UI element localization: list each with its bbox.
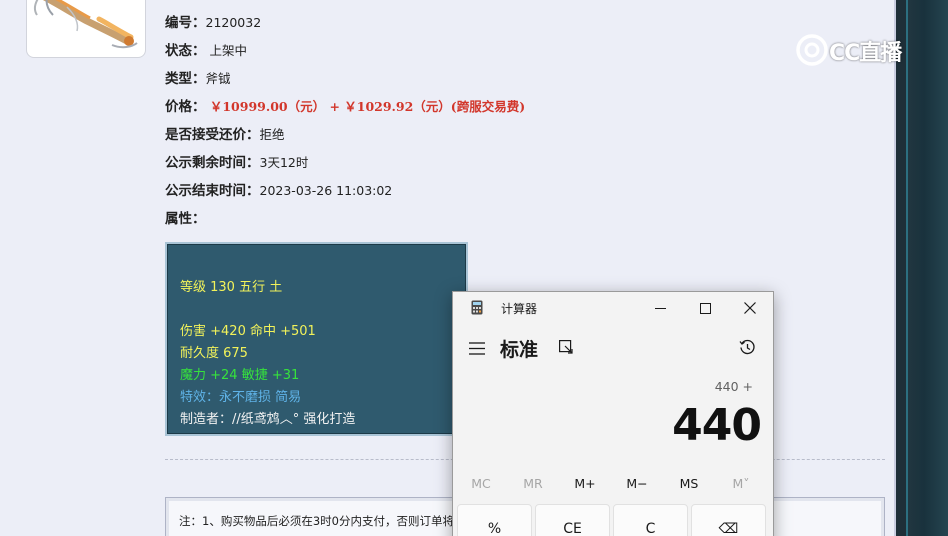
attr-durability: 耐久度 675 [180, 346, 248, 361]
percent-button[interactable]: % [457, 504, 532, 536]
background-strip-inner [908, 0, 948, 536]
attr-effect: 特效：永不磨损 简易 [180, 390, 302, 405]
calculator-app-icon [471, 300, 483, 315]
price-value: ￥10999.00（元） + ￥1029.92（元）(跨服交易费) [205, 99, 526, 114]
axe-item-icon [33, 0, 138, 49]
screen: 编号：2120032 状态： 上架中 类型：斧钺 价格： ￥10999.00（元… [0, 0, 948, 536]
memory-clear-button[interactable]: MC [457, 476, 505, 491]
calculator-window[interactable]: 计算器 标准 440 + 440 MC MR M+ M− MS M˅ % CE … [452, 291, 774, 536]
field-label: 属性： [165, 211, 206, 227]
memory-recall-button[interactable]: MR [509, 476, 557, 491]
field-status: 状态： 上架中 [165, 39, 247, 59]
minimize-icon [654, 307, 666, 309]
maximize-icon [699, 302, 711, 314]
history-icon [739, 339, 755, 355]
calculator-title: 计算器 [501, 302, 538, 316]
field-bargain: 是否接受还价：拒绝 [165, 123, 285, 143]
calculator-titlebar[interactable]: 计算器 [453, 292, 773, 324]
backspace-button[interactable]: ⌫ [691, 504, 766, 536]
maximize-button[interactable] [682, 292, 728, 324]
field-value: 拒绝 [259, 127, 285, 142]
clear-button[interactable]: C [613, 504, 688, 536]
history-button[interactable] [739, 339, 756, 360]
field-label: 类型： [165, 71, 206, 87]
calculator-mode-bar: 标准 [453, 332, 773, 364]
field-end-time: 公示结束时间：2023-03-26 11:03:02 [165, 179, 392, 199]
memory-add-button[interactable]: M+ [561, 476, 609, 491]
hamburger-menu-icon [469, 342, 485, 355]
field-price: 价格： ￥10999.00（元） + ￥1029.92（元）(跨服交易费) [165, 95, 525, 115]
close-button[interactable] [727, 292, 773, 324]
field-id: 编号：2120032 [165, 11, 261, 31]
field-value: 上架中 [205, 43, 247, 58]
field-remaining-time: 公示剩余时间：3天12时 [165, 151, 308, 171]
keep-on-top-icon [559, 340, 573, 354]
field-label: 编号： [165, 15, 206, 31]
field-label: 价格： [165, 99, 206, 115]
attr-maker: 制造者：//纸鸢鸩︿° 强化打造 [180, 412, 356, 427]
memory-subtract-button[interactable]: M− [613, 476, 661, 491]
close-icon [744, 302, 756, 314]
field-value: 2023-03-26 11:03:02 [259, 183, 393, 198]
attr-damage: 伤害 +420 命中 +501 [180, 324, 316, 339]
attr-magic: 魔力 +24 敏捷 +31 [180, 368, 300, 383]
field-value: 3天12时 [259, 155, 309, 170]
notice-text: 注：1、购买物品后必须在3时0分内支付，否则订单将 [179, 514, 454, 528]
navigation-menu-button[interactable] [469, 340, 485, 359]
field-label: 公示剩余时间： [165, 155, 260, 171]
memory-list-button[interactable]: M˅ [717, 476, 765, 491]
field-label: 是否接受还价： [165, 127, 260, 143]
field-type: 类型：斧钺 [165, 67, 231, 87]
field-label: 状态： [165, 43, 206, 59]
field-value: 2120032 [205, 15, 262, 30]
cc-logo-icon [796, 34, 828, 66]
watermark-text: CC直播 [829, 41, 902, 66]
attr-level: 等级 130 五行 土 [180, 280, 283, 295]
keep-on-top-button[interactable] [559, 340, 574, 359]
minimize-button[interactable] [637, 292, 683, 324]
item-thumbnail[interactable] [26, 0, 146, 58]
calculator-display: 440 [672, 400, 762, 451]
attribute-panel: 等级 130 五行 土 伤害 +420 命中 +501 耐久度 675 魔力 +… [165, 242, 468, 436]
field-attributes: 属性： [165, 207, 206, 227]
calculator-mode-title: 标准 [500, 339, 539, 361]
field-value: 斧钺 [205, 71, 231, 86]
field-label: 公示结束时间： [165, 183, 260, 199]
calculator-expression: 440 + [714, 379, 753, 394]
memory-store-button[interactable]: MS [665, 476, 713, 491]
clear-entry-button[interactable]: CE [535, 504, 610, 536]
